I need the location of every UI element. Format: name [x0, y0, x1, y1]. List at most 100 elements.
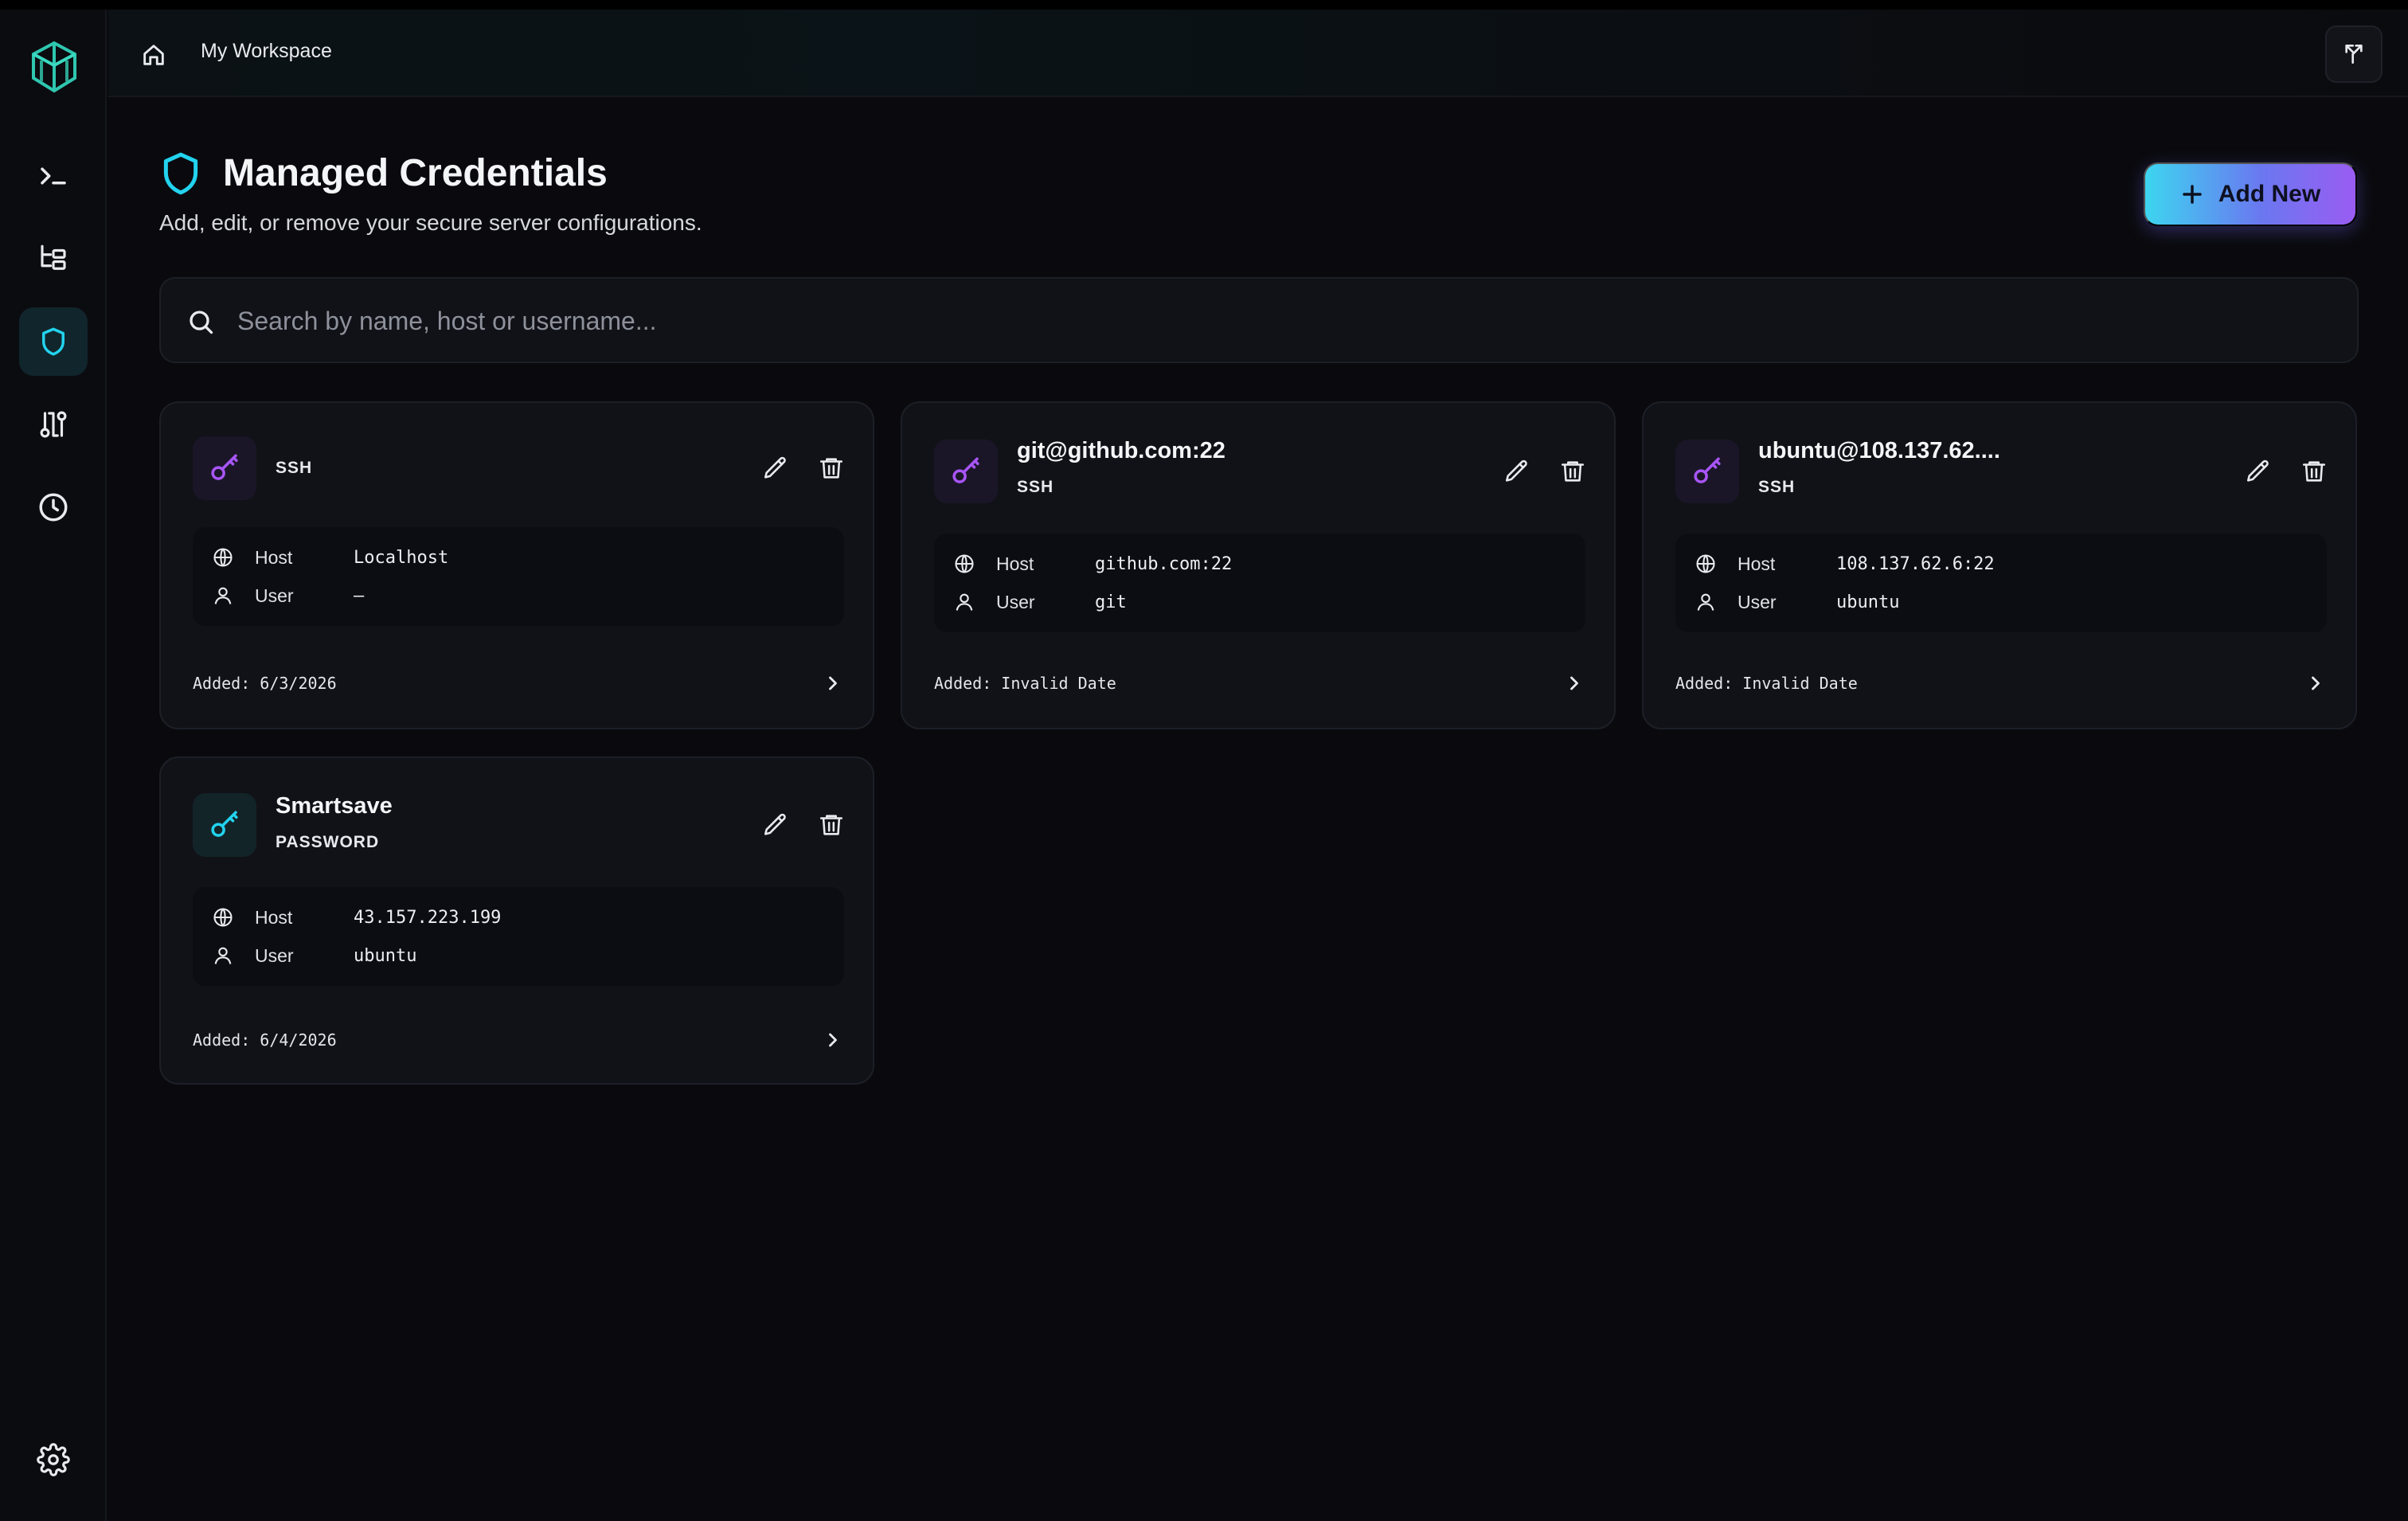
user-icon [214, 947, 232, 964]
search-bar [159, 277, 2359, 363]
sidebar-item-files[interactable] [19, 225, 88, 293]
chevron-right-icon[interactable] [822, 672, 844, 694]
globe-icon [955, 554, 974, 573]
app-logo-icon[interactable] [30, 40, 78, 96]
sidebar [0, 10, 107, 1521]
user-icon [1697, 593, 1714, 611]
user-row: User ubuntu [1695, 586, 1899, 618]
key-badge [193, 793, 256, 857]
host-value: github.com:22 [1095, 553, 1233, 574]
add-new-label: Add New [2218, 181, 2321, 207]
user-label: User [996, 591, 1035, 612]
edit-button[interactable] [1501, 456, 1533, 487]
credential-card[interactable]: git@github.com:22 SSH Host github.com:22… [901, 401, 1616, 729]
chevron-right-icon[interactable] [1563, 672, 1585, 694]
credential-type: SSH [1758, 478, 1796, 496]
user-label: User [255, 944, 294, 966]
globe-icon [213, 548, 233, 567]
credential-type: SSH [1017, 478, 1054, 496]
pencil-icon [1505, 459, 1527, 482]
host-value: 43.157.223.199 [354, 907, 502, 928]
host-row: Host Localhost [212, 542, 448, 573]
key-icon [1694, 457, 1721, 483]
window-top-bar [0, 0, 2408, 10]
globe-icon [1696, 554, 1715, 573]
sidebar-item-terminal[interactable] [19, 142, 88, 210]
user-row: User – [212, 580, 364, 612]
key-icon [211, 454, 238, 480]
trash-icon [819, 458, 843, 479]
search-input[interactable] [237, 295, 2308, 347]
edit-button[interactable] [760, 809, 792, 841]
trash-icon [1561, 461, 1585, 482]
workspace-breadcrumb[interactable]: My Workspace [201, 40, 332, 63]
credential-type: PASSWORD [276, 833, 380, 851]
added-date: Added: Invalid Date [1675, 674, 1858, 693]
history-icon [39, 493, 68, 522]
host-label: Host [255, 546, 293, 568]
shield-icon [163, 152, 198, 195]
sidebar-item-credentials[interactable] [19, 307, 88, 376]
credential-name: ubuntu@108.137.62.... [1758, 438, 2000, 463]
user-value: git [1095, 592, 1127, 612]
host-value: Localhost [354, 547, 449, 568]
sidebar-item-history[interactable] [19, 473, 88, 542]
file-tree-icon [41, 244, 66, 270]
share-button[interactable] [2325, 25, 2383, 83]
edit-button[interactable] [2242, 456, 2274, 487]
host-label: Host [1738, 553, 1776, 574]
credential-details: Host github.com:22 User git [934, 534, 1585, 632]
trash-icon [819, 815, 843, 835]
terminal-icon [41, 167, 66, 185]
sidebar-item-tunnels[interactable] [19, 390, 88, 459]
delete-button[interactable] [2298, 456, 2330, 487]
host-value: 108.137.62.6:22 [1836, 553, 1995, 574]
host-row: Host 43.157.223.199 [212, 901, 501, 933]
chevron-right-icon[interactable] [822, 1029, 844, 1051]
key-badge [934, 440, 998, 503]
edit-button[interactable] [760, 452, 792, 484]
added-date: Added: 6/3/2026 [193, 674, 337, 693]
user-value: ubuntu [354, 945, 417, 966]
credential-card[interactable]: ubuntu@108.137.62.... SSH Host 108.137.6… [1642, 401, 2357, 729]
host-label: Host [996, 553, 1034, 574]
user-icon [214, 587, 232, 604]
host-row: Host github.com:22 [953, 548, 1232, 580]
tunnel-icon [40, 411, 67, 438]
share-icon [2345, 45, 2363, 64]
key-badge [1675, 440, 1739, 503]
delete-button[interactable] [1557, 456, 1589, 487]
page-subtitle: Add, edit, or remove your secure server … [159, 210, 702, 235]
pencil-icon [764, 813, 786, 835]
user-value: – [354, 585, 365, 606]
credential-details: Host Localhost User – [193, 527, 844, 626]
user-icon [956, 593, 973, 611]
credential-details: Host 43.157.223.199 User ubuntu [193, 887, 844, 986]
sidebar-item-settings[interactable] [19, 1425, 88, 1494]
add-new-button[interactable]: Add New [2144, 162, 2357, 226]
plus-icon [2183, 185, 2202, 204]
chevron-right-icon[interactable] [2304, 672, 2327, 694]
user-row: User ubuntu [212, 940, 416, 972]
key-icon [952, 457, 979, 483]
credential-details: Host 108.137.62.6:22 User ubuntu [1675, 534, 2327, 632]
credential-card[interactable]: Smartsave PASSWORD Host 43.157.223.199 U… [159, 757, 874, 1085]
credential-type: SSH [276, 459, 313, 477]
home-icon[interactable] [140, 41, 167, 68]
trash-icon [2302, 461, 2326, 482]
user-label: User [1738, 591, 1777, 612]
pencil-icon [2246, 459, 2269, 482]
user-value: ubuntu [1836, 592, 1900, 612]
user-label: User [255, 585, 294, 606]
key-icon [211, 811, 238, 837]
credential-card[interactable]: SSH Host Localhost User – Added: 6/3/202… [159, 401, 874, 729]
globe-icon [213, 908, 233, 927]
page-title: Managed Credentials [223, 152, 608, 194]
top-header: My Workspace [108, 10, 2408, 97]
delete-button[interactable] [815, 809, 847, 841]
shield-icon [42, 327, 64, 356]
added-date: Added: 6/4/2026 [193, 1030, 337, 1050]
settings-icon [37, 1443, 70, 1476]
delete-button[interactable] [815, 452, 847, 484]
added-date: Added: Invalid Date [934, 674, 1116, 693]
